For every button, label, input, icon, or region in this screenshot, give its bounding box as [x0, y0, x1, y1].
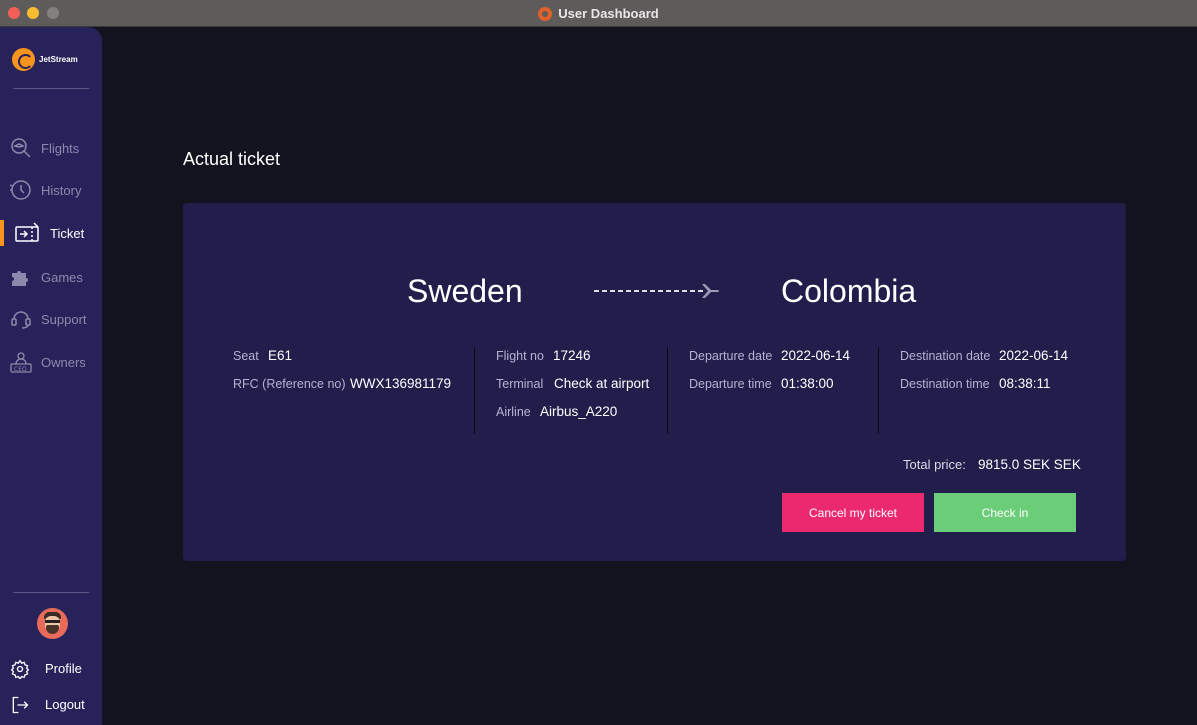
main-content: Actual ticket Sweden Colombia Seat E61 R… — [102, 27, 1197, 725]
sidebar-item-label: Owners — [41, 354, 86, 370]
avatar-glasses — [45, 620, 60, 623]
seat-label: Seat — [233, 349, 259, 363]
cancel-ticket-button[interactable]: Cancel my ticket — [782, 493, 924, 532]
check-in-button[interactable]: Check in — [934, 493, 1076, 532]
terminal-value: Check at airport — [554, 376, 650, 391]
destination-time-value: 08:38:11 — [999, 376, 1051, 391]
total-price-value: 9815.0 SEK SEK — [978, 457, 1081, 472]
sidebar-divider-bottom — [13, 592, 89, 593]
window-title-text: User Dashboard — [558, 6, 659, 21]
logo-text: JetStream — [39, 55, 78, 64]
total-price-label: Total price: — [903, 457, 966, 472]
departure-date-value: 2022-06-14 — [781, 348, 851, 363]
column-divider — [474, 347, 475, 434]
games-puzzle-icon — [12, 271, 28, 286]
airline-label: Airline — [496, 405, 531, 419]
rfc-label: RFC (Reference no) — [233, 377, 346, 391]
avatar-beard — [46, 625, 59, 634]
jetstream-logo[interactable]: JetStream — [12, 48, 78, 71]
app-window: User Dashboard JetStream Flights History… — [0, 0, 1197, 725]
sidebar-item-support[interactable]: Support — [0, 304, 102, 334]
sidebar-divider-top — [13, 88, 89, 89]
user-avatar[interactable] — [37, 608, 68, 639]
logout-button[interactable]: Logout — [0, 693, 102, 717]
sidebar-item-label: History — [41, 182, 82, 198]
sidebar-item-ticket[interactable]: Ticket — [0, 218, 102, 248]
seat-value: E61 — [268, 348, 293, 363]
sidebar: JetStream Flights History Ticket Games S… — [0, 27, 102, 725]
rfc-value: WWX136981179 — [350, 376, 452, 391]
sidebar-item-owners[interactable]: CEO Owners — [0, 347, 102, 377]
sidebar-item-label: Flights — [41, 140, 80, 156]
flight-no-label: Flight no — [496, 349, 544, 363]
destination-country: Colombia — [781, 273, 917, 309]
sidebar-item-label: Support — [41, 311, 87, 327]
logout-icon — [12, 696, 29, 714]
destination-time-label: Destination time — [900, 377, 990, 391]
ticket-card: Sweden Colombia Seat E61 RFC (Reference … — [183, 203, 1126, 561]
support-headset-icon — [11, 311, 31, 329]
airline-value: Airbus_A220 — [540, 404, 618, 419]
column-divider — [667, 347, 668, 434]
sidebar-item-flights[interactable]: Flights — [0, 133, 102, 163]
route-plane-icon — [594, 284, 719, 298]
destination-date-label: Destination date — [900, 349, 991, 363]
sidebar-item-games[interactable]: Games — [0, 262, 102, 292]
logo-icon — [12, 48, 35, 71]
history-clock-icon — [9, 180, 31, 200]
ticket-icon — [15, 222, 39, 242]
sidebar-item-history[interactable]: History — [0, 175, 102, 205]
terminal-label: Terminal — [496, 377, 544, 391]
logout-label: Logout — [45, 697, 85, 712]
title-bar: User Dashboard — [0, 0, 1197, 27]
flight-no-value: 17246 — [553, 348, 591, 363]
flights-search-icon — [11, 138, 31, 158]
window-title: User Dashboard — [0, 0, 1197, 27]
origin-country: Sweden — [407, 273, 523, 309]
profile-label: Profile — [45, 661, 82, 676]
column-divider — [878, 347, 879, 434]
svg-text:CEO: CEO — [14, 366, 27, 373]
sidebar-item-label: Games — [41, 269, 83, 285]
departure-time-value: 01:38:00 — [781, 376, 834, 391]
owners-ceo-icon: CEO — [10, 352, 32, 373]
profile-button[interactable]: Profile — [0, 657, 102, 681]
app-icon — [538, 6, 553, 21]
destination-date-value: 2022-06-14 — [999, 348, 1069, 363]
departure-date-label: Departure date — [689, 349, 773, 363]
gear-icon — [10, 659, 30, 679]
page-title: Actual ticket — [183, 149, 281, 169]
departure-time-label: Departure time — [689, 377, 772, 391]
sidebar-item-label: Ticket — [50, 225, 85, 241]
